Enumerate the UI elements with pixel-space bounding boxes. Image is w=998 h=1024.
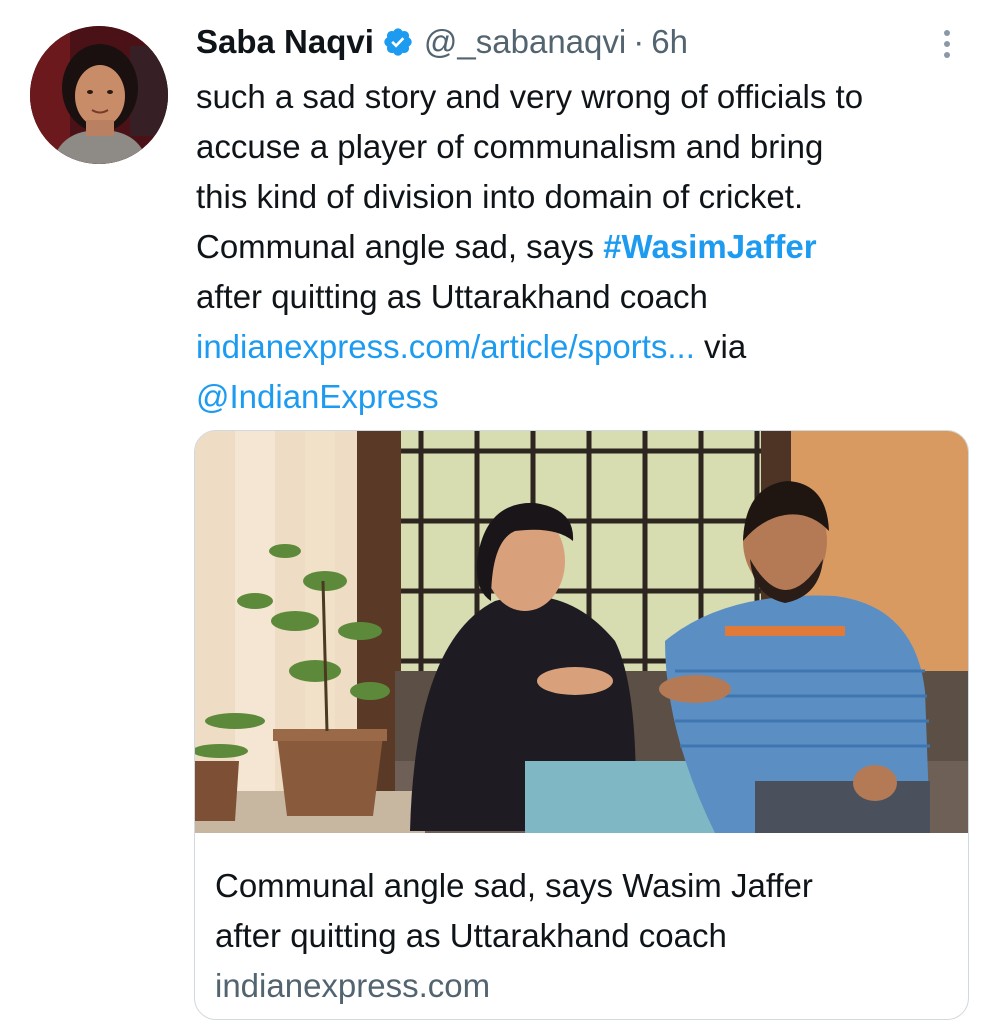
separator-dot: · — [633, 23, 645, 60]
link-preview-card[interactable]: Communal angle sad, says Wasim Jaffer af… — [194, 430, 969, 1020]
tweet-text-line: Communal angle sad, says #WasimJaffer — [196, 222, 976, 272]
more-options-icon[interactable] — [932, 26, 962, 62]
avatar[interactable] — [30, 26, 168, 164]
tweet-header: Saba Naqvi @_sabanaqvi · 6h — [196, 22, 688, 62]
mention-link[interactable]: @IndianExpress — [196, 378, 439, 415]
tweet-text-segment: via — [694, 328, 747, 365]
tweet-text-line: such a sad story and very wrong of offic… — [196, 78, 864, 115]
card-image — [195, 431, 968, 833]
tweet[interactable]: Saba Naqvi @_sabanaqvi · 6h such a sad s… — [0, 0, 998, 1024]
author-handle[interactable]: @_sabanaqvi — [424, 22, 626, 62]
tweet-text-line: after quitting as Uttarakhand coach — [196, 278, 708, 315]
article-url-link[interactable]: indianexpress.com/article/sports... — [196, 328, 695, 365]
tweet-text: such a sad story and very wrong of offic… — [196, 72, 976, 422]
tweet-text-segment: Communal angle sad, says — [196, 228, 604, 265]
author-name[interactable]: Saba Naqvi — [196, 22, 374, 62]
tweet-text-line: @IndianExpress — [196, 372, 976, 422]
verified-badge-icon — [382, 26, 414, 58]
timestamp[interactable]: 6h — [651, 22, 688, 62]
card-text: Communal angle sad, says Wasim Jaffer af… — [215, 861, 955, 1011]
tweet-text-line: indianexpress.com/article/sports... via — [196, 322, 976, 372]
tweet-text-line: this kind of division into domain of cri… — [196, 178, 804, 215]
card-domain: indianexpress.com — [215, 967, 491, 1004]
hashtag-link[interactable]: #WasimJaffer — [603, 228, 816, 265]
card-title-line: after quitting as Uttarakhand coach — [215, 917, 727, 954]
card-title-line: Communal angle sad, says Wasim Jaffer — [215, 867, 813, 904]
tweet-text-line: accuse a player of communalism and bring — [196, 128, 824, 165]
